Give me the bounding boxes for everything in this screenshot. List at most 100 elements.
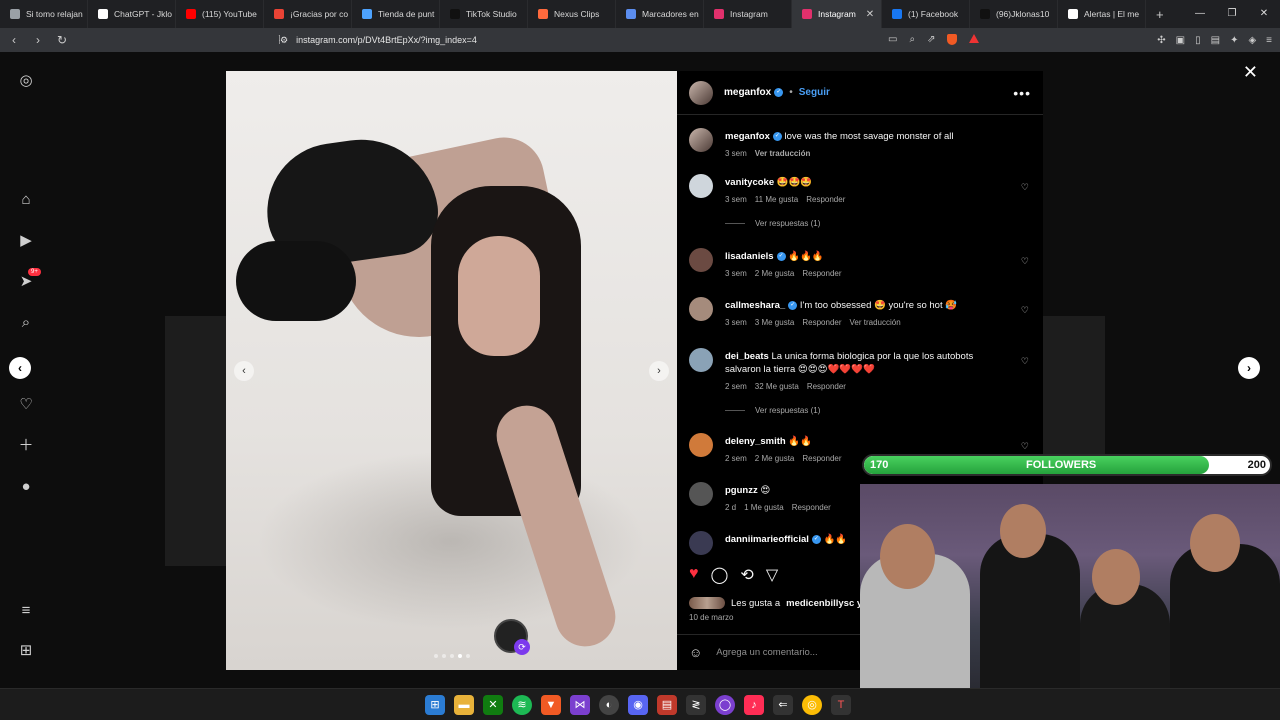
maximize-icon[interactable]: ❐ (1216, 0, 1248, 28)
comment-likes[interactable]: 2 Me gusta (755, 269, 795, 278)
home-icon[interactable]: ⌂ (17, 191, 35, 209)
commenter-username[interactable]: deleny_smith (725, 436, 786, 447)
reply-button[interactable]: Responder (802, 269, 841, 278)
browser-tab[interactable]: Si tomo relajan (0, 0, 88, 28)
like-heart-icon[interactable]: ♥ (689, 565, 699, 585)
reply-button[interactable]: Responder (792, 503, 831, 512)
reply-button[interactable]: Responder (802, 454, 841, 463)
twitch-icon[interactable]: ◯ (715, 695, 735, 715)
reply-button[interactable]: Responder (802, 318, 841, 327)
comment-likes[interactable]: 2 Me gusta (755, 454, 795, 463)
commenter-username[interactable]: dei_beats (725, 351, 769, 362)
follow-button[interactable]: Seguir (799, 87, 830, 98)
back-icon[interactable]: ‹ (4, 33, 24, 47)
comment-likes[interactable]: 32 Me gusta (755, 382, 799, 391)
commenter-username[interactable]: danniimarieofficial (725, 534, 809, 545)
comment-like-icon[interactable]: ♡ (1021, 256, 1029, 267)
new-tab-icon[interactable]: + (1146, 7, 1174, 22)
ai-icon[interactable]: ✦ (1230, 35, 1238, 46)
brave-rewards-icon[interactable] (969, 34, 980, 43)
file-explorer-icon[interactable]: ▬ (454, 695, 474, 715)
post-photo[interactable]: ‹ › ⟳ (226, 71, 677, 670)
browser-tab[interactable]: Marcadores en (616, 0, 704, 28)
commenter-username[interactable]: lisadaniels (725, 251, 774, 262)
menu-icon[interactable]: ≡ (1266, 35, 1272, 46)
visual-studio-icon[interactable]: ⋈ (570, 695, 590, 715)
comment-likes[interactable]: 3 Me gusta (755, 318, 795, 327)
wallet-icon[interactable]: ▣ (1176, 35, 1185, 46)
spotify-icon[interactable]: ≋ (512, 695, 532, 715)
comment-likes[interactable]: 1 Me gusta (744, 503, 784, 512)
close-tab-icon[interactable]: ✕ (866, 9, 874, 20)
translate-link[interactable]: Ver traducción (755, 149, 811, 158)
share-icon[interactable]: ⇗ (927, 34, 935, 45)
author-avatar[interactable] (689, 80, 713, 105)
chrome-icon[interactable]: ◎ (802, 695, 822, 715)
comment-like-icon[interactable]: ♡ (1021, 356, 1029, 367)
photo-prev-chevron-icon[interactable]: ‹ (234, 361, 254, 381)
reload-icon[interactable]: ↻ (52, 33, 72, 47)
xbox-icon[interactable]: ✕ (483, 695, 503, 715)
profile-icon[interactable]: ● (17, 478, 35, 496)
tool-icon[interactable]: ⇐ (773, 695, 793, 715)
commenter-avatar[interactable] (689, 174, 713, 198)
commenter-avatar[interactable] (689, 433, 713, 457)
commenter-username[interactable]: vanitycoke (725, 177, 774, 188)
next-post-chevron-icon[interactable]: › (1238, 357, 1260, 379)
reply-button[interactable]: Responder (807, 382, 846, 391)
browser-tab[interactable]: Instagram (704, 0, 792, 28)
previous-post-thumbnail[interactable] (165, 316, 227, 566)
comment-likes[interactable]: 11 Me gusta (755, 195, 798, 204)
caption-username[interactable]: meganfox (725, 131, 770, 142)
vpn-icon[interactable]: ◈ (1248, 35, 1256, 46)
screen-icon[interactable]: ▭ (888, 34, 897, 45)
browser-tab[interactable]: Tienda de punt (352, 0, 440, 28)
site-info-icon[interactable]: ⚙ (280, 35, 288, 46)
floating-profile-avatar[interactable]: ⟳ (494, 619, 530, 655)
comment-input[interactable]: Agrega un comentario... (716, 647, 817, 658)
search-icon[interactable]: ⌕ (17, 314, 35, 332)
brave-shield-icon[interactable] (947, 34, 958, 45)
more-menu-icon[interactable]: ≡ (17, 602, 35, 620)
extensions-icon[interactable]: ✣ (1157, 35, 1165, 46)
media-icon[interactable]: ▤ (657, 695, 677, 715)
comment-like-icon[interactable]: ♡ (1021, 182, 1029, 193)
windows-start-icon[interactable]: ⊞ (425, 695, 445, 715)
photo-next-chevron-icon[interactable]: › (649, 361, 669, 381)
commenter-avatar[interactable] (689, 297, 713, 321)
browser-tab[interactable]: (115) YouTube (176, 0, 264, 28)
comment-like-icon[interactable]: ♡ (1021, 441, 1029, 452)
zoom-icon[interactable]: ⌕ (909, 34, 915, 45)
more-options-icon[interactable]: ••• (1013, 85, 1031, 101)
brave-icon[interactable]: ▼ (541, 695, 561, 715)
commenter-avatar[interactable] (689, 248, 713, 272)
share-icon[interactable]: ▽ (766, 565, 778, 585)
next-post-thumbnail[interactable] (1043, 316, 1105, 466)
repost-icon[interactable]: ⟲ (740, 565, 753, 585)
view-replies-link[interactable]: Ver respuestas (1) (725, 219, 820, 228)
browser-tab[interactable]: ChatGPT - Jklo (88, 0, 176, 28)
browser-tab[interactable]: Instagram ✕ (792, 0, 882, 28)
card-icon[interactable]: ▤ (1211, 35, 1220, 46)
commenter-username[interactable]: callmeshara_ (725, 300, 785, 311)
previous-post-chevron-icon[interactable]: ‹ (9, 357, 31, 379)
discord-icon[interactable]: ◉ (628, 695, 648, 715)
apps-icon[interactable]: ⊞ (17, 642, 35, 660)
heart-icon[interactable]: ♡ (17, 396, 35, 414)
close-window-icon[interactable]: ✕ (1248, 0, 1280, 28)
author-username[interactable]: meganfox (724, 87, 771, 98)
create-icon[interactable]: ＋ (17, 437, 35, 455)
instagram-logo-icon[interactable]: ◎ (17, 72, 35, 90)
minimize-icon[interactable]: — (1184, 0, 1216, 28)
reply-button[interactable]: Responder (806, 195, 845, 204)
commenter-avatar[interactable] (689, 348, 713, 372)
browser-tab[interactable]: (1) Facebook (882, 0, 970, 28)
browser-tab[interactable]: (96)Jklonas10 (970, 0, 1058, 28)
reels-icon[interactable]: ▶ (17, 232, 35, 250)
browser-tab[interactable]: ¡Gracias por co (264, 0, 352, 28)
commenter-username[interactable]: pgunzz (725, 485, 758, 496)
forward-icon[interactable]: › (28, 33, 48, 47)
sidebar-icon[interactable]: ▯ (1195, 35, 1201, 46)
browser-tab[interactable]: Alertas | El me (1058, 0, 1146, 28)
commenter-avatar[interactable] (689, 531, 713, 555)
